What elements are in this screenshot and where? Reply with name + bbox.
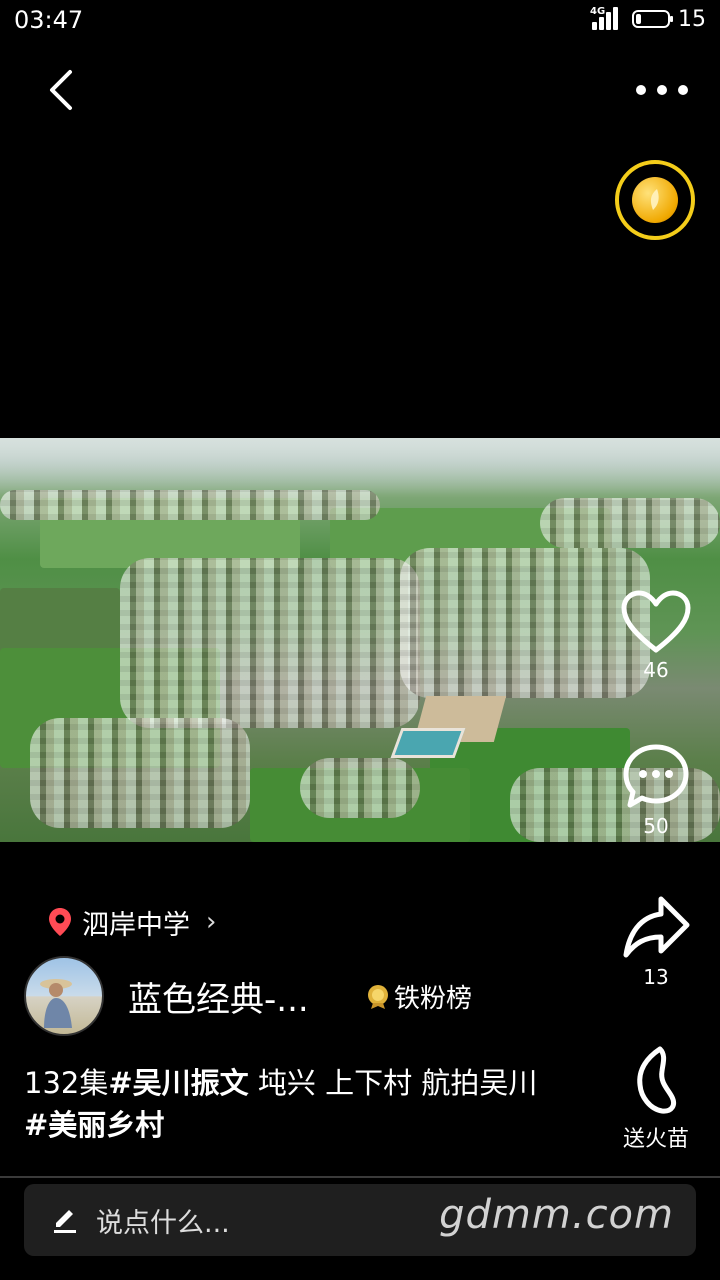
comment-bubble-icon xyxy=(623,744,689,808)
gold-coin-icon xyxy=(632,177,678,223)
location-pin-icon xyxy=(49,908,71,936)
send-fire-label: 送火苗 xyxy=(622,1127,689,1152)
share-count: 13 xyxy=(643,965,669,989)
author-name[interactable]: 蓝色经典-... xyxy=(128,972,309,1021)
pencil-icon xyxy=(54,1210,76,1233)
location-name: 泗岸中学 xyxy=(82,909,190,941)
location-chip[interactable]: 泗岸中学 › xyxy=(48,900,216,944)
status-time: 03:47 xyxy=(14,6,84,34)
hashtag-link[interactable]: #美丽乡村 xyxy=(24,1108,164,1142)
heart-icon xyxy=(621,590,691,653)
fan-rank-label: 铁粉榜 xyxy=(394,984,473,1014)
hashtag-link[interactable]: #吴川振文 xyxy=(108,1066,248,1100)
flame-icon xyxy=(637,1046,677,1114)
caption-text: 坉兴 上下村 航拍吴川 xyxy=(248,1066,538,1100)
caption-episode: 132集 xyxy=(24,1066,109,1100)
chevron-right-icon: › xyxy=(206,907,217,937)
share-arrow-icon xyxy=(623,896,690,958)
basketball-court xyxy=(390,728,466,758)
battery-icon xyxy=(632,10,673,28)
back-button[interactable] xyxy=(40,68,84,112)
network-type: 4G xyxy=(590,6,606,17)
video-caption: 132集#吴川振文 坉兴 上下村 航拍吴川 #美丽乡村 xyxy=(24,1062,564,1146)
top-nav xyxy=(0,60,720,120)
more-button[interactable] xyxy=(632,70,692,110)
fan-rank-badge[interactable]: 铁粉榜 xyxy=(366,978,472,1015)
avatar[interactable] xyxy=(24,956,104,1036)
battery-level: 15 xyxy=(678,6,706,32)
comment-count: 50 xyxy=(643,814,669,838)
medal-icon xyxy=(368,984,388,1009)
divider xyxy=(0,1176,720,1178)
comment-placeholder: 说点什么... xyxy=(96,1207,230,1239)
status-bar: 03:47 4G 15 xyxy=(0,0,720,40)
like-count: 46 xyxy=(643,658,669,682)
coin-reward-button[interactable] xyxy=(615,160,695,240)
comment-input-bar[interactable]: 说点什么... gdmm.com xyxy=(24,1184,696,1256)
send-fire-button[interactable]: 送火苗 xyxy=(606,1045,706,1153)
like-button[interactable]: 46 xyxy=(606,590,706,682)
share-button[interactable]: 13 xyxy=(606,893,706,989)
comment-button[interactable]: 50 xyxy=(606,742,706,838)
chevron-left-icon xyxy=(50,70,72,110)
more-dots-icon xyxy=(636,85,646,95)
signal-icon: 4G xyxy=(590,6,624,32)
watermark: gdmm.com xyxy=(439,1192,674,1238)
status-indicators: 4G 15 xyxy=(590,6,706,32)
